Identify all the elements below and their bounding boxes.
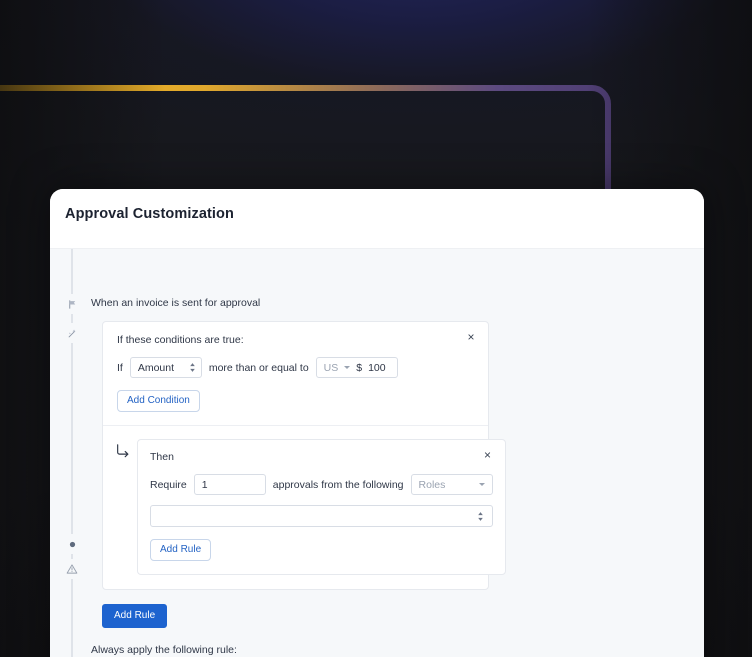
then-add-rule-button[interactable]: Add Rule (150, 539, 212, 561)
timeline-node-automation (62, 323, 82, 343)
approvals-label: approvals from the following (272, 478, 404, 491)
timeline-node-always (62, 559, 82, 579)
timeline-node-trigger (62, 294, 82, 314)
require-count-input[interactable]: 1 (193, 474, 266, 495)
sparkle-wand-icon (67, 328, 78, 339)
then-heading: Then (150, 451, 174, 463)
condition-field-select[interactable]: Amount (129, 357, 202, 378)
operator-label: more than or equal to (208, 361, 309, 374)
currency-code: US (323, 361, 339, 374)
currency-symbol: $ (356, 361, 363, 374)
conditions-heading: If these conditions are true: (117, 334, 244, 346)
then-panel: × Then Require 1 approvals from the foll… (137, 439, 506, 575)
then-elbow-row: × Then Require 1 approvals from the foll… (115, 439, 506, 575)
stepper-arrows-icon (477, 511, 484, 522)
page-title: Approval Customization (65, 206, 234, 222)
require-label: Require (150, 478, 187, 491)
dot-node-icon (69, 541, 76, 548)
close-then-icon[interactable]: × (481, 449, 495, 463)
alert-triangle-icon (66, 563, 78, 575)
trigger-step-label: When an invoice is sent for approval (91, 297, 261, 309)
chevron-down-icon[interactable] (344, 366, 351, 369)
require-count-value: 1 (201, 478, 208, 491)
card-body: When an invoice is sent for approval × I… (50, 248, 704, 657)
add-condition-button[interactable]: Add Condition (117, 390, 200, 412)
app-window: Approval Customization When an invoice i… (50, 189, 704, 657)
then-section: × Then Require 1 approvals from the foll… (103, 425, 506, 589)
screenshot-stage: Approval Customization When an invoice i… (0, 0, 752, 657)
always-section: Always apply the following rule: × Re (91, 644, 696, 657)
condition-row: If Amount more than or equal to US $ 100 (117, 357, 474, 378)
stepper-arrows-icon (189, 362, 196, 373)
then-require-row: Require 1 approvals from the following R… (150, 474, 493, 495)
add-rule-button[interactable]: Add Rule (102, 604, 168, 628)
flag-start-icon (67, 299, 78, 310)
amount-value: 100 (368, 361, 386, 374)
chevron-down-icon (478, 483, 485, 486)
card-header: Approval Customization (50, 189, 704, 248)
elbow-arrow-icon (115, 439, 137, 464)
approver-source-value: Roles (418, 478, 446, 491)
amount-field[interactable]: US $ 100 (315, 357, 398, 378)
then-members-multiselect[interactable] (150, 505, 493, 527)
condition-field-value: Amount (137, 361, 175, 374)
add-rule-wrap: Add Rule (102, 604, 696, 628)
close-conditions-icon[interactable]: × (464, 331, 478, 345)
rule-group: × If these conditions are true: If Amoun… (102, 321, 506, 590)
if-label: If (117, 361, 123, 374)
timeline-node-branch (62, 534, 82, 554)
flow-content: When an invoice is sent for approval × I… (91, 249, 696, 657)
approver-source-select[interactable]: Roles (410, 474, 493, 495)
conditions-panel: × If these conditions are true: If Amoun… (103, 322, 488, 425)
always-step-label: Always apply the following rule: (91, 644, 237, 656)
